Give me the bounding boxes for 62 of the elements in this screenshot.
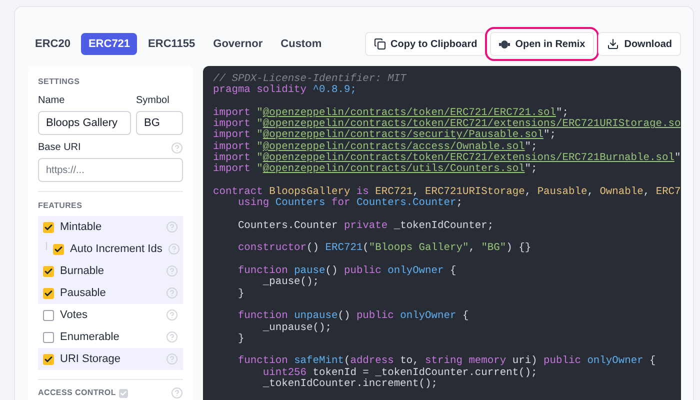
feature-option[interactable]: URI Storage <box>38 348 183 370</box>
remix-logo-icon <box>499 40 510 48</box>
help-icon[interactable] <box>166 287 178 299</box>
checkbox[interactable] <box>43 222 54 232</box>
code-line: import "@openzeppelin/contracts/token/ERC721/extensions/ERC721Burnable.sol" <box>213 153 681 164</box>
feature-option[interactable]: Burnable <box>38 260 183 282</box>
base-uri-field[interactable]: https://... <box>38 158 183 182</box>
code-line: pragma solidity ^0.8.9; <box>213 85 356 97</box>
copy-icon <box>374 38 386 50</box>
field-label: Symbol <box>136 94 170 108</box>
code-line: _pause(); <box>262 277 320 289</box>
section-heading: FEATURES <box>38 200 84 212</box>
contract-tab[interactable]: ERC20 <box>28 33 78 55</box>
checkbox[interactable] <box>43 332 54 342</box>
checkbox[interactable] <box>53 244 64 254</box>
section-heading: SETTINGS <box>38 76 81 88</box>
code-line: using Counters for Counters.Counter; <box>236 198 462 210</box>
contract-tab[interactable]: ERC721 <box>81 33 138 55</box>
feature-option[interactable]: Pausable <box>38 282 183 304</box>
code-line: uint256 tokenId = _tokenIdCounter.current(); <box>262 368 538 379</box>
help-icon[interactable] <box>171 142 183 154</box>
name-field[interactable]: Bloops Gallery <box>38 111 131 135</box>
code-line: _tokenIdCounter.increment(); <box>262 379 438 390</box>
contract-tab[interactable]: ERC1155 <box>141 33 202 55</box>
toolbar-button[interactable]: Download <box>598 32 681 56</box>
feature-option[interactable]: Mintable <box>38 216 183 238</box>
field-label: Base URI <box>38 141 81 155</box>
code-line: } <box>236 288 244 300</box>
code-line: function safeMint(address to, string memory uri) public onlyOwner { <box>236 356 656 368</box>
code-line: _unpause(); <box>262 322 332 334</box>
checkbox[interactable] <box>43 310 54 320</box>
section-heading: ACCESS CONTROL <box>38 387 116 399</box>
code-line: import "@openzeppelin/contracts/security/Pausable.sol"; <box>213 130 556 142</box>
code-line: function unpause() public onlyOwner { <box>236 311 469 322</box>
checkbox[interactable] <box>43 288 54 298</box>
checkbox[interactable] <box>43 354 54 364</box>
symbol-field[interactable]: BG <box>136 111 183 135</box>
code-line: // SPDX-License-Identifier: MIT <box>213 74 406 85</box>
checkbox[interactable] <box>118 388 128 398</box>
help-icon[interactable] <box>166 221 178 233</box>
contract-tab[interactable]: Custom <box>274 33 329 55</box>
code-line: import "@openzeppelin/contracts/token/ERC721/extensions/ERC721URIStorage.so <box>213 119 681 130</box>
download-icon <box>607 38 620 50</box>
field-label: Name <box>38 94 66 108</box>
help-icon[interactable] <box>166 309 178 321</box>
help-icon[interactable] <box>168 243 180 255</box>
help-icon[interactable] <box>166 265 178 277</box>
checkbox[interactable] <box>43 266 54 276</box>
code-line: contract BloopsGallery is ERC721, ERC721URIStorage, Pausable, Ownable, ERC7 <box>213 186 681 198</box>
code-line: import "@openzeppelin/contracts/utils/Counters.sol"; <box>213 164 538 176</box>
code-line: } <box>236 334 244 346</box>
code-line: Counters.Counter private _tokenIdCounter; <box>236 220 494 232</box>
code-line: function pause() public onlyOwner { <box>236 266 456 278</box>
help-icon[interactable] <box>166 353 178 365</box>
toolbar-button[interactable]: Copy to Clipboard <box>364 32 486 56</box>
code-line: import "@openzeppelin/contracts/token/ERC721/ERC721.sol"; <box>213 108 568 119</box>
feature-option[interactable]: Auto Increment Ids <box>38 238 183 260</box>
help-icon[interactable] <box>171 387 183 399</box>
code-line: import "@openzeppelin/contracts/access/Ownable.sol"; <box>213 142 538 153</box>
contract-tab[interactable]: Governor <box>206 33 270 55</box>
code-line: constructor() ERC721("Bloops Gallery", "BG") {} <box>236 243 532 255</box>
help-icon[interactable] <box>166 331 178 343</box>
